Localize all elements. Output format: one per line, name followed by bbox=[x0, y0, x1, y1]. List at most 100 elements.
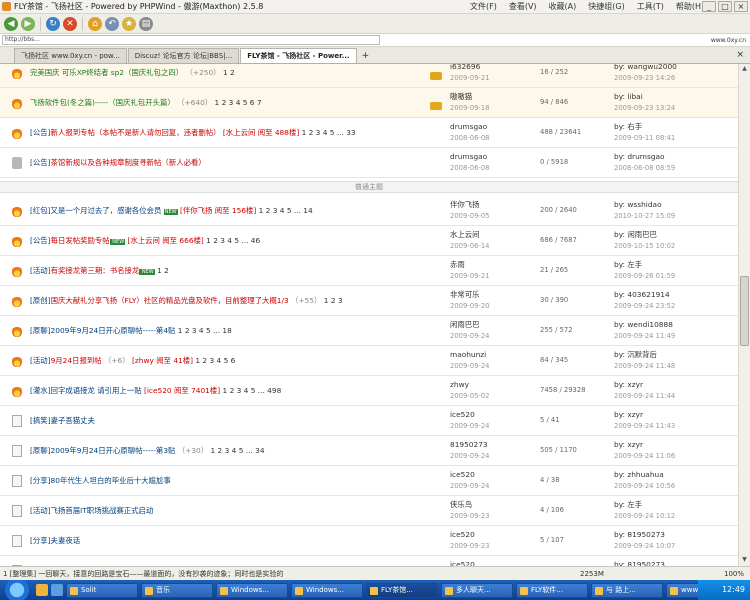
title-text[interactable]: [搞笑]妻子吾猫丈夫 bbox=[30, 416, 95, 425]
thread-row[interactable]: [分享]80年代生人坦白的毕业后十大尴尬事 ice520 2009-09-24 4 /… bbox=[0, 466, 738, 496]
thread-row[interactable]: [活动]有奖接龙第三期：书名接龙 NEW 1 2 赤雨 2009-09-21 21 /… bbox=[0, 256, 738, 286]
title-text[interactable]: [活动]飞扬首届IT职场挑战赛正式启动 bbox=[30, 506, 153, 515]
thread-row[interactable]: [分享]夫妻夜话 ice520 2009-09-23 5 / 107 by: 81950… bbox=[0, 526, 738, 556]
taskbar-button[interactable]: 音乐 bbox=[141, 582, 213, 598]
title-text[interactable]: [公告] bbox=[30, 158, 51, 167]
thread-author[interactable]: 闲雨巴巴 bbox=[450, 319, 480, 330]
quicklaunch-folder-icon[interactable] bbox=[36, 584, 48, 596]
new-badge[interactable]: NEW bbox=[163, 209, 178, 215]
title-text[interactable]: 国庆大献礼分享飞扬（FLY）社区的精品光盘及软件，目前整理了大概1/3 bbox=[51, 296, 289, 305]
thread-author[interactable]: ice520 bbox=[450, 529, 475, 540]
menu-help[interactable]: 帮助(H) bbox=[676, 1, 704, 12]
last-post-by[interactable]: by: 左手 bbox=[614, 499, 642, 510]
page-links[interactable]: 1 2 3 4 5 ... 46 bbox=[204, 236, 260, 245]
thread-row[interactable]: [原聊]2009年9月24日开心原聊帖-----第4贴 1 2 3 4 5 ..… bbox=[0, 316, 738, 346]
scrollbar-thumb[interactable] bbox=[740, 276, 749, 346]
start-button[interactable] bbox=[0, 580, 34, 600]
thread-author[interactable]: drumsgao bbox=[450, 151, 487, 162]
page-links[interactable]: 1 2 3 bbox=[321, 296, 343, 305]
thread-row[interactable]: [搞笑]妻子吾猫丈夫 ice520 2009-09-24 5 / 41 by: xzyr… bbox=[0, 406, 738, 436]
title-text[interactable]: [ice520 阅至 7401楼] bbox=[142, 386, 220, 395]
close-button[interactable]: × bbox=[734, 1, 748, 12]
thread-author[interactable]: 水上云间 bbox=[450, 229, 480, 240]
thread-title[interactable]: [灌水]回字成语接龙 请引用上一贴 [ice520 阅至 7401楼] 1 2 … bbox=[30, 385, 418, 396]
thread-title[interactable]: [公告]每日发帖奖励专帖 NEW [水上云间 阅至 666楼] 1 2 3 4 … bbox=[30, 235, 418, 248]
title-text[interactable]: [活动] bbox=[30, 266, 51, 275]
last-post-by[interactable]: by: 沉默背后 bbox=[614, 349, 657, 360]
thread-row[interactable]: [公告]每日发帖奖励专帖 NEW [水上云间 阅至 666楼] 1 2 3 4 … bbox=[0, 226, 738, 256]
thread-row[interactable]: 完美国庆 可乐XP终结者 sp2（国庆礼包之四） （+250） 1 2 i6326… bbox=[0, 64, 738, 88]
taskbar-button[interactable]: 多人聊天... bbox=[441, 582, 513, 598]
thread-row[interactable]: [活动]9月24日报到帖 （+6） [zhwy 阅至 41楼] 1 2 3 4 … bbox=[0, 346, 738, 376]
thread-title[interactable]: [公告]茶馆新规以及各种规章制度寻新帖（新人必看） bbox=[30, 157, 418, 168]
last-post-by[interactable]: by: xzyr bbox=[614, 439, 643, 450]
thread-row[interactable]: [转帖]解密老板的身体语言ice5202009-09-244 / 35by: 8… bbox=[0, 556, 738, 566]
thread-author[interactable]: zhwy bbox=[450, 379, 469, 390]
thread-title[interactable]: [原聊]2009年9月24日开心原聊帖-----第3贴 （+30） 1 2 3 … bbox=[30, 445, 418, 456]
title-text[interactable]: [红包]又是一个月过去了，感谢各位会员 bbox=[30, 206, 164, 215]
minimize-button[interactable]: _ bbox=[702, 1, 716, 12]
page-links[interactable]: 1 2 3 4 5 ... 18 bbox=[175, 326, 232, 335]
title-text[interactable]: [活动] bbox=[30, 356, 51, 365]
thread-author[interactable]: maohunzi bbox=[450, 349, 486, 360]
thread-title[interactable]: [分享]80年代生人坦白的毕业后十大尴尬事 bbox=[30, 475, 418, 486]
thread-author[interactable]: drumsgao bbox=[450, 121, 487, 132]
last-post-by[interactable]: by: drumsgao bbox=[614, 151, 665, 162]
forward-icon[interactable]: ▶ bbox=[21, 16, 35, 31]
taskbar-button[interactable]: Windows... bbox=[216, 582, 288, 598]
thread-author[interactable]: ice520 bbox=[450, 559, 475, 566]
thread-author[interactable]: 赤雨 bbox=[450, 259, 465, 270]
title-text[interactable]: 9月24日报到帖 bbox=[51, 356, 102, 365]
menu-favorites[interactable]: 收藏(A) bbox=[549, 1, 577, 12]
new-tab-icon[interactable]: + bbox=[362, 49, 370, 63]
thread-row[interactable]: [灌水]回字成语接龙 请引用上一贴 [ice520 阅至 7401楼] 1 2 … bbox=[0, 376, 738, 406]
title-text[interactable]: [zhwy 阅至 41楼] bbox=[130, 356, 193, 365]
thread-title[interactable]: [公告]新人报到专帖（本帖不是新人请勿回复，违者删帖） [水上云间 阅至 488… bbox=[30, 127, 418, 138]
last-post-by[interactable]: by: wendi10888 bbox=[614, 319, 673, 330]
thread-row[interactable]: [原创]国庆大献礼分享飞扬（FLY）社区的精品光盘及软件，目前整理了大概1/3 … bbox=[0, 286, 738, 316]
page-links[interactable]: 1 2 bbox=[221, 68, 235, 77]
thread-author[interactable]: 侠乐鸟 bbox=[450, 499, 472, 510]
taskbar-button[interactable]: Windows... bbox=[291, 582, 363, 598]
title-text[interactable]: [原创] bbox=[30, 296, 51, 305]
last-post-by[interactable]: by: zhhuahua bbox=[614, 469, 664, 480]
tab-discuz[interactable]: Discuz! 论坛官方 论坛|BBS|... bbox=[127, 48, 240, 63]
page-links[interactable]: 1 2 3 4 5 ... 498 bbox=[220, 386, 282, 395]
menu-file[interactable]: 文件(F) bbox=[470, 1, 497, 12]
favorites-icon[interactable]: ★ bbox=[122, 16, 136, 31]
refresh-icon[interactable]: ↻ bbox=[46, 16, 60, 31]
last-post-by[interactable]: by: 闲雨巴巴 bbox=[614, 229, 657, 240]
thread-title[interactable]: [搞笑]妻子吾猫丈夫 bbox=[30, 415, 418, 426]
quicklaunch-browser-icon[interactable] bbox=[51, 584, 63, 596]
title-text[interactable]: [公告] bbox=[30, 128, 51, 137]
title-text[interactable]: [伴你飞扬 阅至 156楼] bbox=[178, 206, 256, 215]
menu-view[interactable]: 查看(V) bbox=[509, 1, 537, 12]
back-icon[interactable]: ◀ bbox=[4, 16, 18, 31]
thread-row[interactable]: [活动]飞扬首届IT职场挑战赛正式启动 侠乐鸟 2009-09-23 4 / 106 b… bbox=[0, 496, 738, 526]
thread-title[interactable]: [原创]国庆大献礼分享飞扬（FLY）社区的精品光盘及软件，目前整理了大概1/3 … bbox=[30, 295, 418, 306]
thread-author[interactable]: 嗷嗷猫 bbox=[450, 91, 472, 102]
last-post-by[interactable]: by: 403621914 bbox=[614, 289, 670, 300]
url-input[interactable]: http://bbs... bbox=[2, 35, 380, 45]
title-text[interactable]: [水上云间 阅至 666楼] bbox=[125, 236, 203, 245]
last-post-by[interactable]: by: libai bbox=[614, 91, 643, 102]
page-links[interactable]: 1 2 bbox=[155, 266, 169, 275]
new-badge[interactable]: NEW bbox=[139, 269, 155, 275]
tab-fly-teahouse[interactable]: FLY茶馆 - 飞扬社区 - Power... bbox=[240, 48, 357, 63]
thread-row[interactable]: [红包]又是一个月过去了，感谢各位会员 NEW [伴你飞扬 阅至 156楼] 1… bbox=[0, 196, 738, 226]
close-tab-icon[interactable]: × bbox=[736, 50, 744, 60]
thread-author[interactable]: 伴你飞扬 bbox=[450, 199, 480, 210]
thread-author[interactable]: ice520 bbox=[450, 469, 475, 480]
thread-author[interactable]: 非常可乐 bbox=[450, 289, 480, 300]
undo-icon[interactable]: ↶ bbox=[105, 16, 119, 31]
title-text[interactable]: [原聊]2009年9月24日开心原聊帖-----第4贴 bbox=[30, 326, 175, 335]
last-post-by[interactable]: by: wsshidao bbox=[614, 199, 662, 210]
thread-row[interactable]: [原聊]2009年9月24日开心原聊帖-----第3贴 （+30） 1 2 3 … bbox=[0, 436, 738, 466]
title-text[interactable]: [公告] bbox=[30, 236, 51, 245]
tab-0xy[interactable]: 飞扬社区 www.0xy.cn - pow... bbox=[14, 48, 127, 63]
stop-icon[interactable]: ✕ bbox=[63, 16, 77, 31]
title-text[interactable]: 飞扬软件包(冬之篇)-----（国庆礼包开头篇） bbox=[30, 98, 175, 107]
thread-author[interactable]: 81950273 bbox=[450, 439, 488, 450]
vertical-scrollbar[interactable]: ▲ ▼ bbox=[738, 64, 750, 566]
last-post-by[interactable]: by: 左手 bbox=[614, 259, 642, 270]
